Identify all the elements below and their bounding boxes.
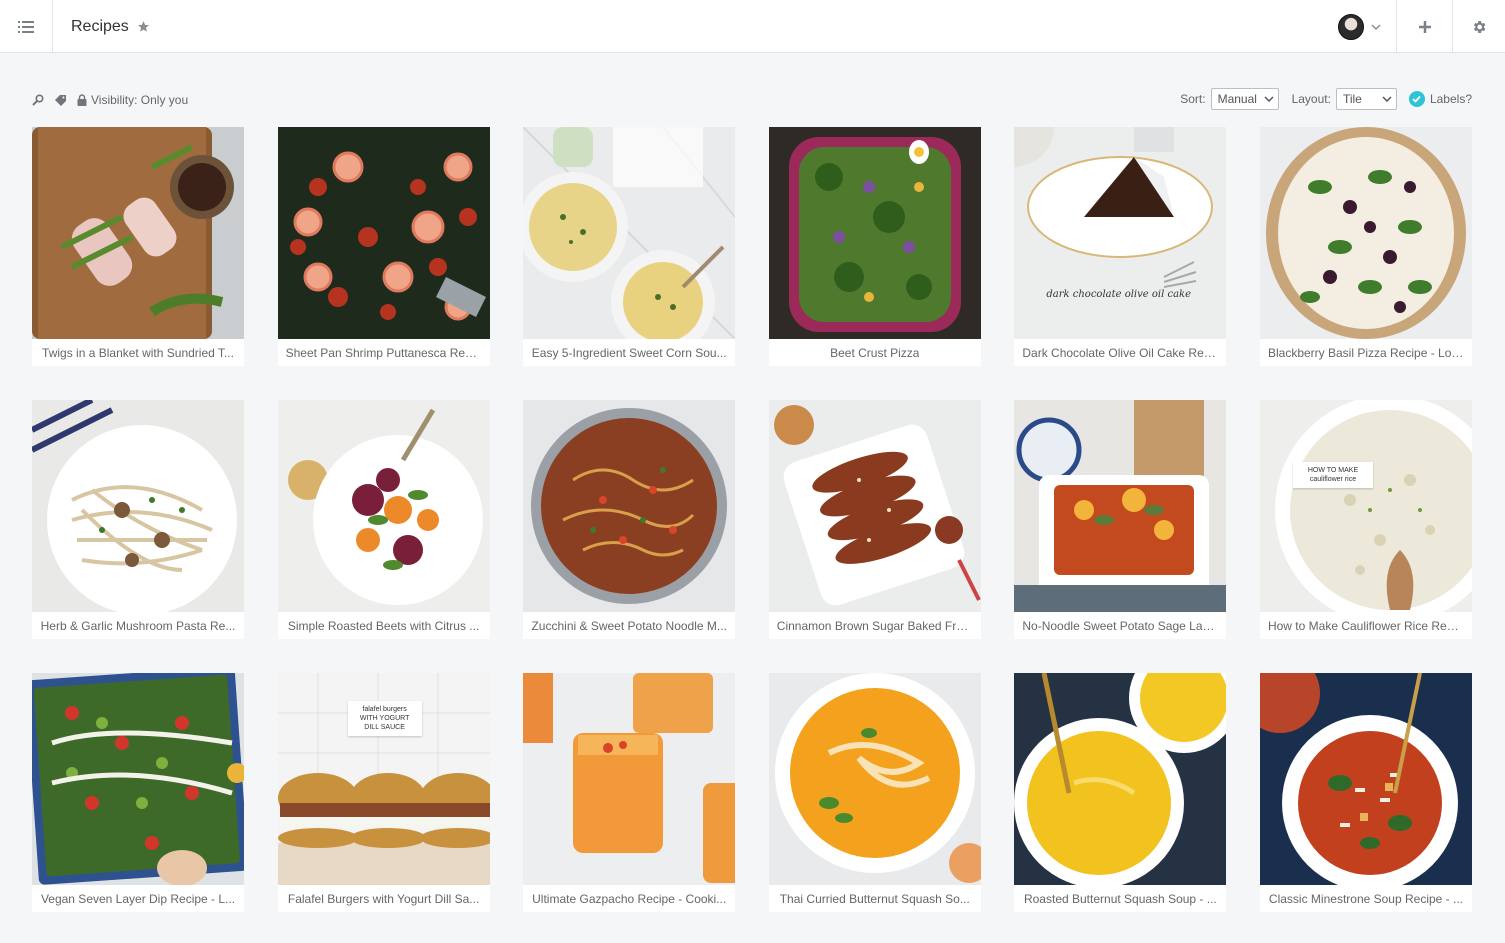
recipe-card[interactable]: Easy 5-Ingredient Sweet Corn Sou... xyxy=(523,127,736,366)
plus-icon xyxy=(1418,20,1431,33)
recipe-card[interactable]: Thai Curried Butternut Squash So... xyxy=(768,673,981,912)
sort-select[interactable]: Manual xyxy=(1210,88,1279,110)
recipe-thumbnail xyxy=(277,127,490,339)
recipe-card[interactable]: No-Noodle Sweet Potato Sage Las... xyxy=(1014,400,1227,639)
recipe-card[interactable]: Ultimate Gazpacho Recipe - Cooki... xyxy=(523,673,736,912)
recipe-thumbnail: dark chocolate olive oil cake xyxy=(1014,127,1227,339)
page-title-text: Recipes xyxy=(71,17,129,35)
layout-value: Tile xyxy=(1342,92,1362,106)
recipe-card[interactable]: Vegan Seven Layer Dip Recipe - L... xyxy=(32,673,244,912)
list-icon xyxy=(18,20,34,33)
recipe-card[interactable]: Twigs in a Blanket with Sundried T... xyxy=(32,127,244,366)
sort-value: Manual xyxy=(1217,92,1257,106)
recipe-card[interactable]: dark chocolate olive oil cake Dark Choco… xyxy=(1014,127,1227,366)
recipe-caption: Twigs in a Blanket with Sundried T... xyxy=(32,339,244,366)
recipe-card[interactable]: Roasted Butternut Squash Soup - ... xyxy=(1014,673,1227,912)
layout-select[interactable]: Tile xyxy=(1335,88,1397,110)
recipe-card[interactable]: Zucchini & Sweet Potato Noodle M... xyxy=(523,400,736,639)
layout-label: Layout: xyxy=(1291,92,1331,106)
recipe-caption: Thai Curried Butternut Squash So... xyxy=(768,885,981,912)
chevron-down-icon xyxy=(1371,24,1381,30)
recipe-card[interactable]: Herb & Garlic Mushroom Pasta Re... xyxy=(32,400,244,639)
recipe-thumbnail xyxy=(768,400,981,612)
gear-icon xyxy=(1473,20,1486,33)
recipe-caption: Simple Roasted Beets with Citrus ... xyxy=(277,612,490,639)
recipe-caption: Classic Minestrone Soup Recipe - ... xyxy=(1259,885,1472,912)
recipe-card[interactable]: Cinnamon Brown Sugar Baked Fre... xyxy=(768,400,981,639)
recipe-thumbnail xyxy=(768,127,981,339)
recipe-caption: How to Make Cauliflower Rice Reci... xyxy=(1259,612,1472,639)
sort-label: Sort: xyxy=(1180,92,1206,106)
thumbnail-overlay-text: HOW TO MAKE cauliflower rice xyxy=(1292,462,1373,488)
recipe-caption: Zucchini & Sweet Potato Noodle M... xyxy=(523,612,736,639)
recipe-thumbnail xyxy=(523,127,736,339)
recipe-caption: Vegan Seven Layer Dip Recipe - L... xyxy=(32,885,244,912)
recipe-caption: Dark Chocolate Olive Oil Cake Reci... xyxy=(1014,339,1227,366)
recipe-thumbnail xyxy=(32,673,244,885)
add-button[interactable] xyxy=(1396,0,1452,53)
menu-button[interactable] xyxy=(0,0,53,53)
recipe-caption: Blackberry Basil Pizza Recipe - Lov... xyxy=(1259,339,1472,366)
recipe-thumbnail xyxy=(1259,673,1472,885)
visibility-setting[interactable]: Visibility: Only you xyxy=(77,93,188,107)
search-icon[interactable] xyxy=(32,94,44,106)
recipe-thumbnail xyxy=(1014,400,1227,612)
tag-icon[interactable] xyxy=(54,94,67,106)
recipe-thumbnail xyxy=(768,673,981,885)
recipe-caption: Ultimate Gazpacho Recipe - Cooki... xyxy=(523,885,736,912)
recipe-card[interactable]: HOW TO MAKE cauliflower rice How to Make… xyxy=(1259,400,1472,639)
check-icon xyxy=(1408,91,1425,107)
recipe-card[interactable]: Classic Minestrone Soup Recipe - ... xyxy=(1259,673,1472,912)
collection-toolbar: Visibility: Only you xyxy=(32,90,188,110)
avatar[interactable] xyxy=(1338,14,1364,40)
recipe-thumbnail xyxy=(523,400,736,612)
recipe-caption: Cinnamon Brown Sugar Baked Fre... xyxy=(768,612,981,639)
recipe-caption: Sheet Pan Shrimp Puttanesca Reci... xyxy=(277,339,490,366)
settings-button[interactable] xyxy=(1452,0,1505,53)
recipe-card[interactable]: Sheet Pan Shrimp Puttanesca Reci... xyxy=(277,127,490,366)
recipe-caption: Easy 5-Ingredient Sweet Corn Sou... xyxy=(523,339,736,366)
recipe-caption: Herb & Garlic Mushroom Pasta Re... xyxy=(32,612,244,639)
chevron-down-icon xyxy=(1382,96,1392,102)
recipe-thumbnail xyxy=(523,673,736,885)
recipe-thumbnail xyxy=(1259,127,1472,339)
visibility-label: Visibility: Only you xyxy=(91,93,189,107)
profile-menu[interactable] xyxy=(1338,14,1381,40)
recipe-caption: No-Noodle Sweet Potato Sage Las... xyxy=(1014,612,1227,639)
top-bar: Recipes xyxy=(0,0,1505,53)
view-options: Sort: Manual Layout: Tile Labels? xyxy=(1180,88,1472,110)
recipe-thumbnail xyxy=(32,400,244,612)
lock-icon xyxy=(77,94,87,106)
recipe-thumbnail: HOW TO MAKE cauliflower rice xyxy=(1259,400,1472,612)
recipe-thumbnail xyxy=(277,400,490,612)
recipe-card[interactable]: Beet Crust Pizza xyxy=(768,127,981,366)
labels-label: Labels? xyxy=(1429,92,1472,106)
recipe-thumbnail xyxy=(32,127,244,339)
recipe-card[interactable]: Blackberry Basil Pizza Recipe - Lov... xyxy=(1259,127,1472,366)
labels-toggle[interactable]: Labels? xyxy=(1408,91,1472,107)
star-icon[interactable] xyxy=(137,20,150,33)
recipe-thumbnail xyxy=(1014,673,1227,885)
thumbnail-overlay-text: dark chocolate olive oil cake xyxy=(1046,289,1192,300)
recipe-caption: Falafel Burgers with Yogurt Dill Sa... xyxy=(277,885,490,912)
recipe-caption: Roasted Butternut Squash Soup - ... xyxy=(1014,885,1227,912)
recipe-card[interactable]: falafel burgers WITH YOGURT DILL SAUCE F… xyxy=(277,673,490,912)
recipe-thumbnail: falafel burgers WITH YOGURT DILL SAUCE xyxy=(277,673,490,885)
recipe-caption: Beet Crust Pizza xyxy=(768,339,981,366)
chevron-down-icon xyxy=(1264,96,1274,102)
recipe-card[interactable]: Simple Roasted Beets with Citrus ... xyxy=(277,400,490,639)
thumbnail-overlay-text: falafel burgers WITH YOGURT DILL SAUCE xyxy=(347,701,422,736)
page-title: Recipes xyxy=(71,0,150,53)
recipe-grid: Twigs in a Blanket with Sundried T... Sh… xyxy=(32,127,1472,912)
